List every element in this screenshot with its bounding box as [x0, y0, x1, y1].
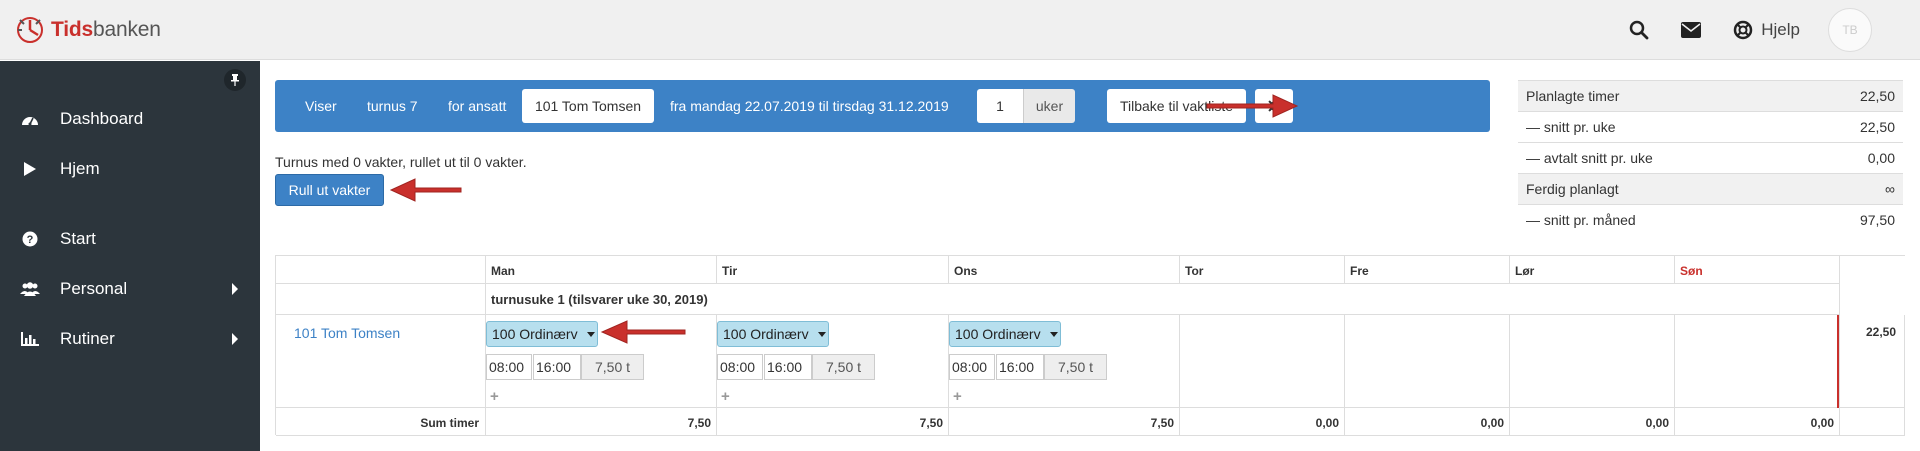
employee-link[interactable]: 101 Tom Tomsen: [276, 315, 486, 408]
question-icon: ?: [20, 231, 40, 247]
chevron-right-icon: [232, 333, 238, 345]
users-icon: [20, 282, 40, 296]
shift-hours: 7,50 t: [812, 354, 875, 380]
rollout-info: Turnus med 0 vakter, rullet ut til 0 vak…: [275, 154, 527, 170]
caret-down-icon: [818, 332, 826, 337]
shift-type-select[interactable]: 100 Ordinærv: [949, 321, 1061, 347]
day-header-lor: Lør: [1510, 256, 1675, 284]
add-shift-icon[interactable]: +: [721, 388, 730, 405]
shift-hours: 7,50 t: [1044, 354, 1107, 380]
stat-row: Ferdig planlagt ∞: [1518, 173, 1903, 204]
sum-label: Sum timer: [276, 408, 486, 436]
search-icon[interactable]: [1629, 20, 1649, 40]
play-icon: [20, 162, 40, 176]
stat-row: — avtalt snitt pr. uke 0,00: [1518, 142, 1903, 173]
lifebuoy-icon: [1734, 20, 1753, 40]
day-cell-fre[interactable]: [1345, 315, 1510, 408]
sum-lor: 0,00: [1510, 408, 1675, 436]
day-cell-lor[interactable]: [1510, 315, 1675, 408]
shift-end-input[interactable]: 16:00: [533, 354, 581, 380]
dashboard-icon: [20, 112, 40, 126]
day-cell-tir[interactable]: 100 Ordinærv 08:00 16:00 7,50 t +: [717, 315, 949, 408]
stat-row: — snitt pr. uke 22,50: [1518, 111, 1903, 142]
day-cell-son[interactable]: [1675, 315, 1840, 408]
header-empty: [276, 256, 486, 284]
caret-down-icon: [587, 332, 595, 337]
logo-icon: [17, 17, 43, 43]
sum-tir: 7,50: [717, 408, 949, 436]
employee-select[interactable]: 101 Tom Tomsen: [522, 89, 654, 123]
rull-ut-vakter-button[interactable]: Rull ut vakter: [275, 174, 384, 206]
week-title: turnusuke 1 (tilsvarer uke 30, 2019): [486, 284, 1840, 315]
add-shift-icon[interactable]: +: [490, 388, 499, 405]
sidebar-item-label: Rutiner: [60, 329, 115, 348]
avatar[interactable]: TB: [1828, 8, 1872, 52]
chevron-right-icon: [232, 283, 238, 295]
arrow-annotation-icon: [1206, 94, 1299, 118]
sum-fre: 0,00: [1345, 408, 1510, 436]
sidebar-item-label: Dashboard: [60, 109, 144, 128]
shift-end-input[interactable]: 16:00: [764, 354, 812, 380]
stat-row: — snitt pr. måned 97,50: [1518, 204, 1903, 235]
today-marker: [1837, 315, 1839, 408]
sum-son: 0,00: [1675, 408, 1840, 436]
day-header-fre: Fre: [1345, 256, 1510, 284]
sidebar-item-rutiner[interactable]: Rutiner: [0, 319, 260, 359]
brand-name: Tidsbanken: [51, 18, 161, 41]
shift-start-input[interactable]: 08:00: [949, 354, 995, 380]
add-shift-icon[interactable]: +: [953, 388, 962, 405]
mail-icon[interactable]: [1681, 22, 1702, 38]
day-header-son: Søn: [1675, 256, 1840, 284]
weeks-input[interactable]: 1: [977, 89, 1023, 123]
weeks-unit: uker: [1023, 89, 1075, 123]
caret-down-icon: [1050, 332, 1058, 337]
day-header-ons: Ons: [949, 256, 1180, 284]
help-button[interactable]: Hjelp: [1733, 20, 1800, 40]
period-label: fra mandag 22.07.2019 til tirsdag 31.12.…: [670, 98, 949, 114]
sum-ons: 7,50: [949, 408, 1180, 436]
sidebar-item-label: Hjem: [60, 159, 100, 178]
row-total: 22,50: [1840, 315, 1905, 408]
day-header-tor: Tor: [1180, 256, 1345, 284]
shift-type-select[interactable]: 100 Ordinærv: [717, 321, 829, 347]
sidebar-item-start[interactable]: ? Start: [0, 219, 260, 259]
arrow-annotation-icon: [600, 320, 686, 344]
sidebar-item-personal[interactable]: Personal: [0, 269, 260, 309]
day-cell-ons[interactable]: 100 Ordinærv 08:00 16:00 7,50 t +: [949, 315, 1180, 408]
sidebar: Dashboard Hjem ? Start Personal Rutiner: [0, 61, 260, 451]
schedule-grid: Man Tir Ons Tor Fre Lør Søn turnusuke 1 …: [275, 255, 1905, 436]
sidebar-item-dashboard[interactable]: Dashboard: [0, 99, 260, 139]
logo[interactable]: Tidsbanken: [14, 14, 161, 46]
viser-label: Viser: [305, 98, 337, 114]
bar-chart-icon: [20, 332, 40, 346]
stat-row: Planlagte timer 22,50: [1518, 80, 1903, 111]
stats-panel: Planlagte timer 22,50 — snitt pr. uke 22,5…: [1518, 80, 1903, 235]
arrow-annotation-icon: [389, 178, 462, 202]
sidebar-item-label: Personal: [60, 279, 128, 298]
help-label: Hjelp: [1761, 20, 1800, 39]
svg-text:?: ?: [27, 234, 34, 246]
pin-icon[interactable]: [224, 69, 246, 91]
turnus-toolbar: Viser turnus 7 for ansatt 101 Tom Tomsen…: [275, 80, 1490, 132]
day-header-man: Man: [486, 256, 717, 284]
sum-man: 7,50: [486, 408, 717, 436]
turnus-label[interactable]: turnus 7: [367, 80, 418, 132]
for-ansatt-label: for ansatt: [448, 98, 507, 114]
shift-end-input[interactable]: 16:00: [996, 354, 1044, 380]
shift-hours: 7,50 t: [581, 354, 644, 380]
shift-type-select[interactable]: 100 Ordinærv: [486, 321, 598, 347]
week-row-empty: [276, 284, 486, 315]
weeks-input-group: 1 uker: [977, 89, 1075, 123]
sidebar-item-hjem[interactable]: Hjem: [0, 149, 260, 189]
top-bar: Tidsbanken Hjelp TB: [0, 0, 1920, 60]
day-header-tir: Tir: [717, 256, 949, 284]
sidebar-item-label: Start: [60, 229, 96, 248]
shift-start-input[interactable]: 08:00: [717, 354, 763, 380]
sum-total-empty: [1840, 408, 1905, 436]
shift-start-input[interactable]: 08:00: [486, 354, 532, 380]
sum-tor: 0,00: [1180, 408, 1345, 436]
day-cell-tor[interactable]: [1180, 315, 1345, 408]
